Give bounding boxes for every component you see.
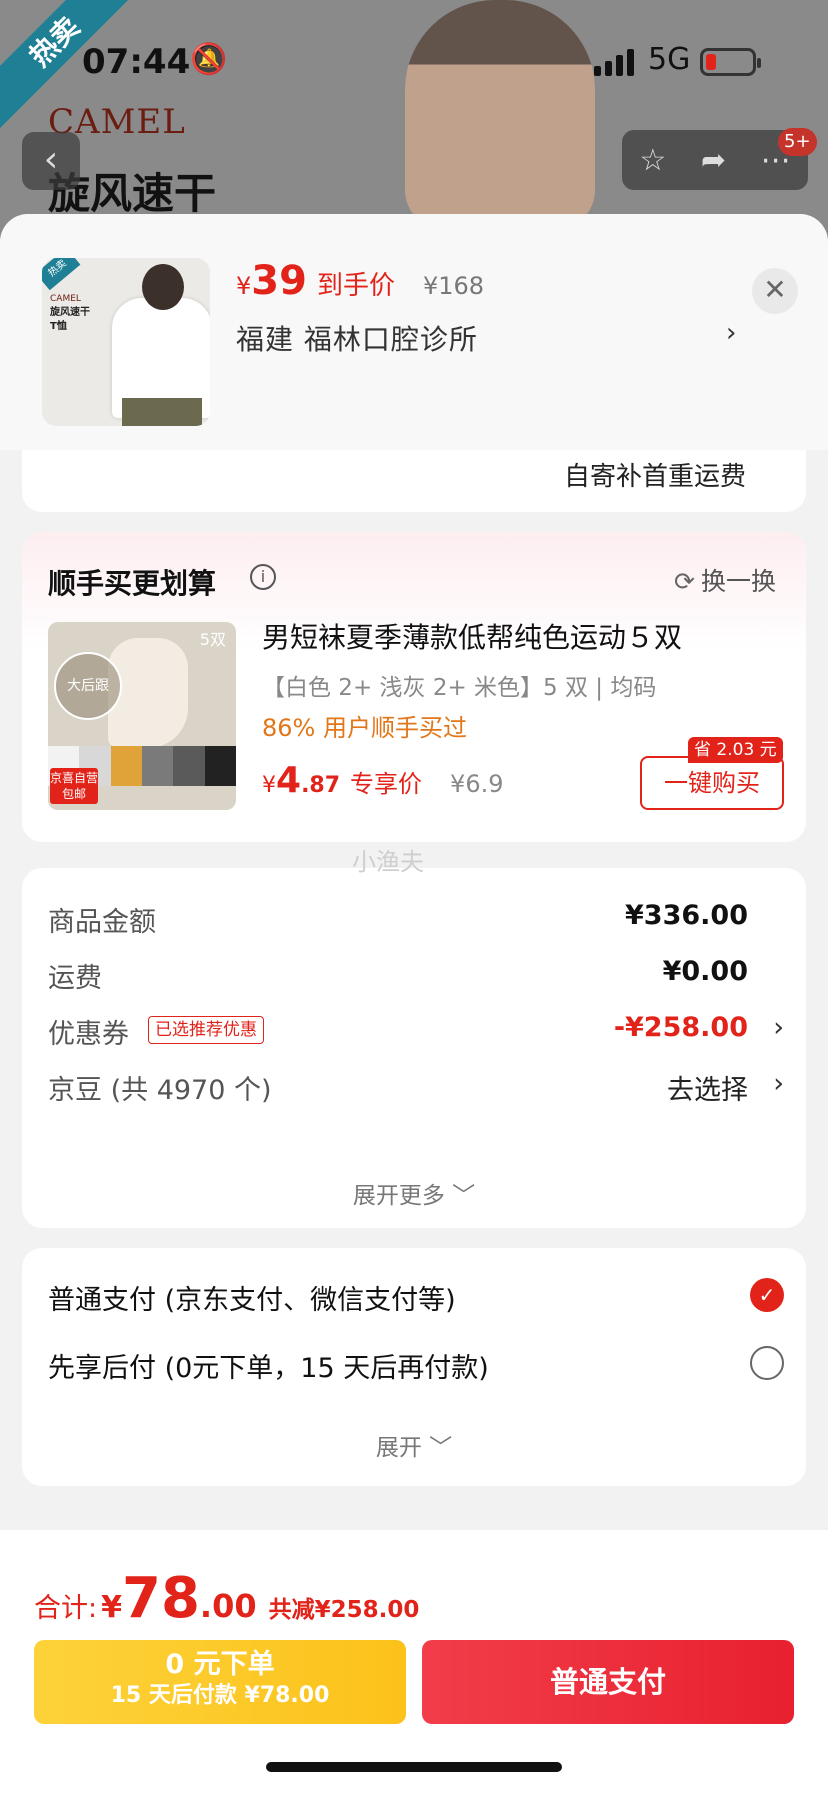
message-badge: 5+	[778, 128, 817, 156]
payment-option-label: 先享后付 (0元下单，15 天后再付款)	[48, 1353, 489, 1384]
save-badge: 省 2.03 元	[688, 737, 783, 763]
watermark: 小渔夫	[352, 848, 424, 876]
original-price: ¥168	[422, 272, 485, 300]
coupon-discount: -¥258.00	[613, 1012, 748, 1043]
network-type: 5G	[648, 42, 691, 77]
total-int: 78	[121, 1566, 200, 1631]
coupon-tag: 已选推荐优惠	[148, 1016, 264, 1044]
summary-label: 商品金额	[48, 907, 156, 938]
pay-later-title: 0 元下单	[165, 1649, 275, 1680]
star-icon[interactable]: ☆	[639, 143, 666, 178]
one-click-buy-button[interactable]: 一键购买	[640, 756, 784, 810]
sock-color-swatch	[173, 746, 205, 786]
close-button[interactable]: ✕	[752, 268, 798, 314]
model-photo	[405, 0, 595, 230]
shipping-note: 自寄补首重运费	[563, 462, 746, 492]
back-icon[interactable]: ‹	[22, 132, 80, 190]
price-symbol: ¥	[236, 272, 252, 300]
addon-price-symbol: ¥	[262, 773, 276, 798]
payment-option-label: 普通支付 (京东支付、微信支付等)	[48, 1285, 456, 1316]
summary-row-goods: 商品金额 ¥336.00	[48, 900, 784, 940]
home-indicator[interactable]	[266, 1762, 562, 1772]
sock-image-count: 5双	[199, 630, 226, 649]
payment-option-later[interactable]: 先享后付 (0元下单，15 天后再付款)	[48, 1346, 784, 1385]
summary-row-beans[interactable]: 京豆 (共 4970 个) 去选择 ›	[48, 1068, 784, 1108]
thumbnail-text: 旋风速干 T恤	[50, 307, 90, 332]
chevron-right-icon[interactable]: ›	[726, 318, 736, 348]
normal-pay-button[interactable]: 普通支付	[422, 1640, 794, 1724]
payment-option-normal[interactable]: 普通支付 (京东支付、微信支付等) ✓	[48, 1278, 784, 1317]
summary-label: 运费	[48, 963, 102, 994]
chevron-right-icon: ›	[773, 1068, 784, 1099]
expand-more-button[interactable]: 展开更多 ﹀	[22, 1176, 806, 1210]
summary-label: 京豆 (共 4970 个)	[48, 1075, 272, 1106]
order-summary-card: 商品金额 ¥336.00 运费 ¥0.00 优惠券 已选推荐优惠 -¥258.0…	[22, 868, 806, 1228]
sock-image-tag: 京喜自营 包邮	[50, 768, 98, 804]
sock-image-badge: 大后跟	[54, 652, 122, 720]
addon-price-label: 专享价	[350, 770, 423, 798]
total-label: 合计:	[34, 1593, 98, 1624]
sock-color-swatch	[110, 746, 142, 786]
thumbnail-brand: CAMEL	[50, 294, 81, 304]
sock-color-swatch	[141, 746, 174, 786]
addon-price-dec: .87	[301, 773, 341, 798]
refresh-icon: ⟳	[674, 567, 695, 596]
sock-color-swatch	[204, 746, 236, 786]
share-icon[interactable]: ➦	[701, 143, 726, 178]
checkout-footer: 合计: ¥ 78 .00 共减¥258.00 0 元下单 15 天后付款 ¥78…	[0, 1530, 828, 1796]
final-price: 39	[251, 258, 307, 304]
refresh-button[interactable]: ⟳ 换一换	[674, 562, 776, 598]
close-icon: ✕	[763, 273, 787, 306]
sheet-header: 热卖 CAMEL 旋风速干 T恤 ¥ 39 到手价 ¥168 福建 福林口腔诊所…	[0, 214, 828, 450]
mute-bell-icon: 🔕	[190, 42, 228, 77]
final-price-label: 到手价	[316, 271, 395, 301]
total-saved: 共减¥258.00	[268, 1597, 420, 1623]
total-block: 合计: ¥ 78 .00 共减¥258.00	[34, 1566, 419, 1631]
checkout-sheet: 热卖 CAMEL 旋风速干 T恤 ¥ 39 到手价 ¥168 福建 福林口腔诊所…	[0, 214, 828, 1796]
addon-title: 顺手买更划算	[48, 567, 217, 600]
signal-icon	[594, 48, 634, 76]
addon-item-spec: 【白色 2+ 浅灰 2+ 米色】5 双 | 均码	[262, 675, 657, 701]
addon-original-price: ¥6.9	[450, 770, 504, 798]
refresh-label: 换一换	[700, 567, 776, 596]
total-dec: .00	[199, 1587, 257, 1625]
summary-label: 优惠券	[48, 1019, 129, 1050]
product-thumbnail: 热卖 CAMEL 旋风速干 T恤	[42, 258, 210, 426]
summary-row-shipping: 运费 ¥0.00	[48, 956, 784, 996]
addon-price-int: 4	[276, 760, 302, 801]
delivery-address[interactable]: 福建 福林口腔诊所	[236, 318, 478, 358]
addon-price-block: ¥ 4 .87 专享价 ¥6.9	[262, 760, 503, 801]
addon-item-stat: 86% 用户顺手买过	[262, 714, 467, 742]
summary-value: ¥0.00	[662, 956, 748, 987]
total-symbol: ¥	[101, 1590, 122, 1625]
beans-select: 去选择	[667, 1075, 748, 1106]
addon-card: 顺手买更划算 i ⟳ 换一换 大后跟 5双 京喜自营 包邮 男短袜夏季薄款低帮纯色…	[22, 532, 806, 842]
thumbnail-tag: 热卖	[42, 258, 81, 291]
addon-item-name[interactable]: 男短袜夏季薄款低帮纯色运动５双	[262, 616, 682, 656]
radio-checked-icon[interactable]: ✓	[750, 1278, 784, 1312]
payment-card: 普通支付 (京东支付、微信支付等) ✓ 先享后付 (0元下单，15 天后再付款)…	[22, 1248, 806, 1486]
summary-value: ¥336.00	[625, 900, 748, 931]
thumbnail-caption: CAMEL 旋风速干 T恤	[50, 292, 100, 334]
battery-icon	[700, 48, 761, 76]
expand-payment-button[interactable]: 展开 ﹀	[22, 1428, 806, 1462]
pay-later-subtitle: 15 天后付款 ¥78.00	[110, 1683, 330, 1708]
price-block: ¥ 39 到手价 ¥168	[236, 258, 484, 304]
chevron-right-icon: ›	[773, 1012, 784, 1043]
summary-row-coupon[interactable]: 优惠券 已选推荐优惠 -¥258.00 ›	[48, 1012, 784, 1052]
status-bar: 07:44 🔕 5G	[0, 38, 828, 88]
sock-product-image[interactable]: 大后跟 5双 京喜自营 包邮	[48, 622, 236, 810]
clock: 07:44	[82, 42, 191, 82]
pay-later-button[interactable]: 0 元下单 15 天后付款 ¥78.00	[34, 1640, 406, 1724]
radio-unchecked-icon[interactable]	[750, 1346, 784, 1380]
info-icon[interactable]: i	[250, 564, 276, 590]
